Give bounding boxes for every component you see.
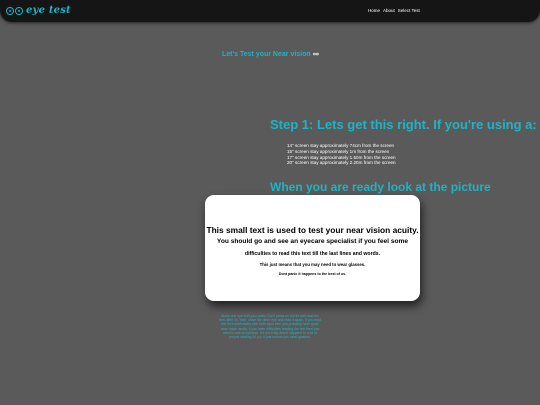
vision-test-card: This small text is used to test your nea… [205, 195, 420, 301]
logo-text: eye test [26, 5, 71, 16]
list-item: 20" screen stay approximately 2.20m from… [287, 160, 396, 166]
right-eye-icon [15, 6, 23, 15]
test-line-3: difficulties to read this text till the … [244, 251, 381, 257]
nav-link-about[interactable]: About [383, 8, 395, 13]
eyes-icon [312, 51, 319, 58]
logo[interactable]: eye test [6, 3, 71, 18]
nav-link-home[interactable]: Home [368, 8, 380, 13]
test-line-4: This just means that you may need to wea… [259, 262, 366, 267]
test-line-5: Dont panic it happens to the best of us. [278, 272, 347, 276]
list-item: 15" screen stay approximately 1m from th… [287, 148, 390, 154]
step1-heading: Step 1: Lets get this right. If you're u… [270, 117, 537, 132]
instructions-note: Close one eye with your palm. Don't pres… [219, 314, 321, 340]
screen-distance-list: 14" screen stay approximately 74cm from … [287, 143, 396, 166]
test-line-1: This small text is used to test your nea… [206, 225, 419, 235]
eyes-logo-icon [6, 6, 23, 15]
top-navbar: eye test Home About Select Test [0, 0, 540, 22]
nav-link-select-test[interactable]: Select Test [398, 8, 420, 13]
nav-links: Home About Select Test [368, 8, 420, 13]
intro-text: Let's Test your Near vision [222, 51, 311, 58]
ready-heading: When you are ready look at the picture [270, 180, 491, 194]
test-line-2: You should go and see an eyecare special… [216, 238, 409, 245]
intro-heading: Let's Test your Near vision [222, 51, 319, 58]
left-eye-icon [6, 6, 14, 15]
list-item: 14" screen stay approximately 74cm from … [287, 143, 395, 148]
